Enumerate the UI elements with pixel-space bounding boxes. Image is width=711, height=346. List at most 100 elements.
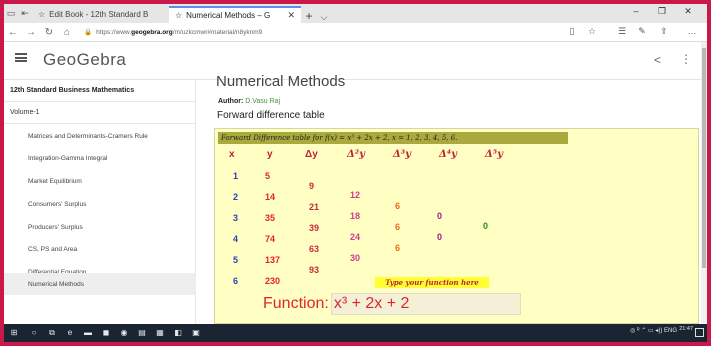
share-icon[interactable]: < [654, 53, 661, 67]
header-delta4-y: Δ⁴y [439, 149, 457, 160]
url-text: https://www.geogebra.org/m/uzkcmwr#mater… [96, 28, 263, 36]
task-view-icon[interactable]: ⧉ [46, 327, 58, 339]
app-icon[interactable]: ▤ [136, 327, 148, 339]
header-delta2-y: Δ²y [347, 149, 365, 160]
search-icon[interactable]: ○ [28, 327, 40, 339]
app-icon[interactable]: ▣ [190, 327, 202, 339]
function-input[interactable]: x³ + 2x + 2 [330, 293, 521, 315]
tab-preview-icon[interactable]: ▭ [4, 4, 18, 23]
divider [4, 101, 196, 102]
more-icon[interactable]: … [684, 26, 700, 36]
function-prompt: Type your function here [375, 277, 489, 288]
pen-icon[interactable]: ✎ [634, 26, 650, 37]
y-value: 14 [265, 192, 276, 202]
delta3-value: 6 [395, 243, 401, 253]
x-value: 1 [233, 171, 239, 181]
favorites-hub-icon[interactable]: ☰ [614, 26, 630, 37]
sidebar-item-numerical[interactable]: Numerical Methods [4, 273, 196, 295]
table-title: Forward Difference table for f(x) = x³ +… [218, 132, 568, 144]
edge-icon[interactable]: e [64, 327, 76, 339]
header-delta3-y: Δ³y [393, 149, 411, 160]
chevron-down-icon[interactable]: ⌵ [317, 12, 331, 23]
delta3-value: 6 [395, 222, 401, 232]
header-x: x [229, 149, 235, 160]
new-tab-button[interactable]: + [301, 9, 317, 23]
sidebar-item-producers[interactable]: Producers' Surplus [4, 216, 196, 238]
x-value: 6 [233, 276, 239, 286]
y-value: 74 [265, 234, 276, 244]
tab-edit-book[interactable]: ☆ Edit Book - 12th Standard B [32, 6, 169, 23]
scrollbar-thumb[interactable] [702, 48, 706, 268]
address-bar: ← → ↻ ⌂ 🔒 https://www.geogebra.org/m/uzk… [4, 23, 707, 42]
y-value: 230 [265, 276, 281, 286]
divider [4, 123, 196, 124]
delta4-value: 0 [437, 211, 443, 221]
notifications-icon[interactable] [695, 328, 704, 337]
author-line: Author: D.Vasu Raj [218, 98, 280, 105]
author-link[interactable]: D.Vasu Raj [245, 98, 280, 105]
app-icon[interactable]: ▦ [154, 327, 166, 339]
close-tab-icon[interactable]: ✕ [287, 10, 295, 21]
delta2-value: 30 [350, 253, 361, 263]
favorite-star-icon[interactable]: ☆ [584, 26, 600, 37]
sidebar-item-matrices[interactable]: Matrices and Determinants-Cramers Rule [4, 125, 196, 147]
geogebra-applet[interactable]: Forward Difference table for f(x) = x³ +… [214, 128, 699, 324]
delta4-value: 0 [437, 232, 443, 242]
sidebar-item-label: Matrices and Determinants-Cramers Rule [28, 132, 148, 140]
back-button[interactable]: ← [4, 27, 22, 38]
tab-numerical-methods[interactable]: ☆ Numerical Methods – G ✕ [169, 6, 301, 23]
refresh-button[interactable]: ↻ [40, 27, 58, 38]
windows-start-icon[interactable]: ⊞ [8, 327, 20, 339]
y-value: 137 [265, 255, 281, 265]
home-button[interactable]: ⌂ [58, 27, 76, 38]
star-icon: ☆ [175, 11, 183, 20]
x-value: 3 [233, 213, 239, 223]
minimize-button[interactable]: – [626, 6, 646, 16]
close-window-button[interactable]: ✕ [678, 6, 698, 17]
x-value: 2 [233, 192, 239, 202]
delta1-value: 21 [309, 202, 320, 212]
sidebar-item-label: Consumers' Surplus [28, 200, 87, 208]
reading-view-icon[interactable]: ▯ [564, 26, 580, 37]
sidebar-item-integration[interactable]: Integration-Gamma Integral [4, 147, 196, 169]
delta1-value: 93 [309, 265, 320, 275]
folder-icon[interactable]: ▬ [82, 327, 94, 339]
star-icon: ☆ [38, 10, 46, 19]
clock[interactable]: 21:47 [679, 325, 693, 333]
delta1-value: 63 [309, 244, 320, 254]
activity-subtitle: Forward difference table [217, 110, 325, 121]
y-value: 35 [265, 213, 276, 223]
tab-label: Numerical Methods – G [186, 11, 271, 20]
browser-window: ▭ ⇤ ☆ Edit Book - 12th Standard B ☆ Nume… [4, 4, 707, 342]
tab-back-icon[interactable]: ⇤ [18, 4, 32, 23]
share-icon[interactable]: ⇪ [656, 26, 672, 37]
delta2-value: 18 [350, 211, 361, 221]
restore-button[interactable]: ❐ [652, 6, 672, 17]
x-value: 4 [233, 234, 239, 244]
app-icon[interactable]: ◧ [172, 327, 184, 339]
menu-icon[interactable] [15, 53, 27, 62]
sidebar-item-label: CS, PS and Area [28, 245, 78, 253]
browser-icon[interactable]: ◉ [118, 327, 130, 339]
delta3-value: 6 [395, 201, 401, 211]
forward-button[interactable]: → [22, 27, 40, 38]
delta5-value: 0 [483, 221, 489, 231]
taskbar: ⊞ ○ ⧉ e ▬ ◼ ◉ ▤ ▦ ◧ ▣ ◎ ᴿ ⌃ ▭ ◂)) ENG 21… [4, 324, 707, 342]
geogebra-logo[interactable]: GeoGebra [43, 50, 126, 70]
function-label: Function: [263, 295, 329, 312]
tab-strip: ▭ ⇤ ☆ Edit Book - 12th Standard B ☆ Nume… [4, 4, 707, 23]
url-field[interactable]: 🔒 https://www.geogebra.org/m/uzkcmwr#mat… [84, 28, 263, 37]
book-title[interactable]: 12th Standard Business Mathematics [10, 87, 134, 94]
delta2-value: 24 [350, 232, 361, 242]
store-icon[interactable]: ◼ [100, 327, 112, 339]
sidebar-item-cs-ps[interactable]: CS, PS and Area [4, 238, 196, 260]
delta2-value: 12 [350, 190, 361, 200]
book-sidebar: 12th Standard Business Mathematics Volum… [4, 80, 196, 324]
volume-title[interactable]: Volume-1 [10, 109, 40, 116]
sidebar-item-consumers[interactable]: Consumers' Surplus [4, 193, 196, 215]
kebab-menu-icon[interactable]: ⋮ [680, 52, 692, 66]
sidebar-item-market[interactable]: Market Equilibrium [4, 170, 196, 192]
system-tray[interactable]: ◎ ᴿ ⌃ ▭ ◂)) ENG [630, 327, 677, 334]
sidebar-item-label: Numerical Methods [28, 280, 84, 288]
scrollbar[interactable] [701, 42, 707, 324]
